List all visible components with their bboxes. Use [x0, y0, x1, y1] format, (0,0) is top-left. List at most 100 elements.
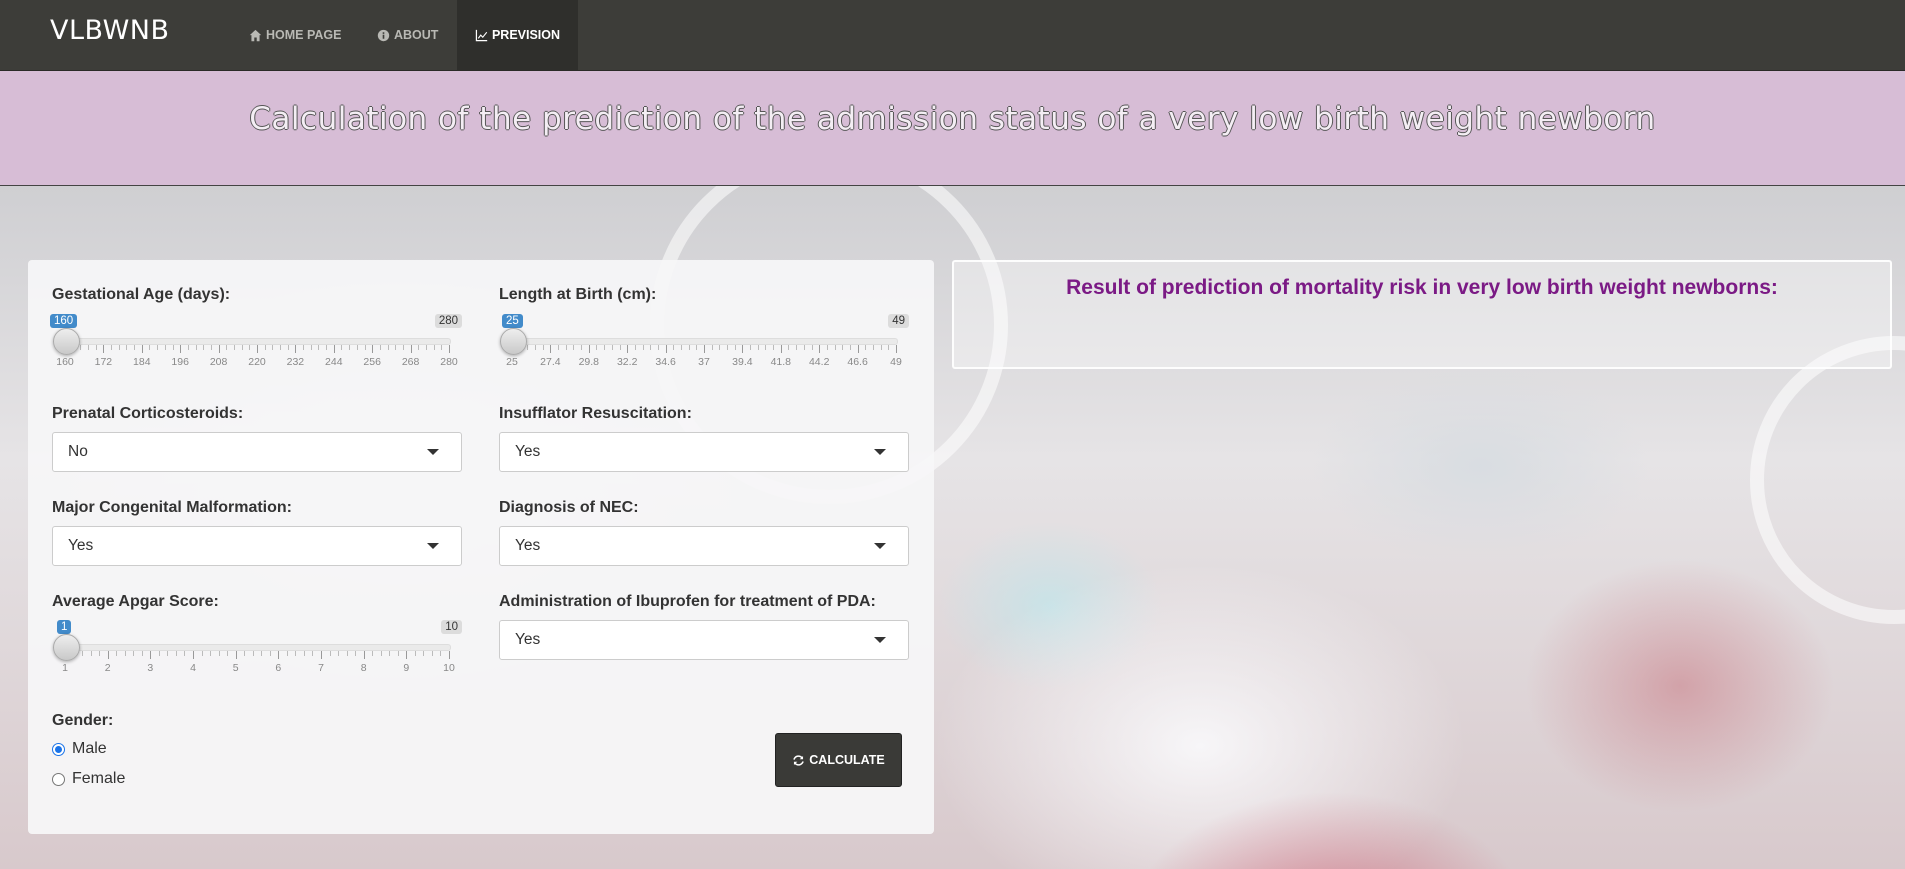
- slider-tick: [329, 651, 331, 656]
- slider-tick: [773, 345, 775, 350]
- slider-tick: [286, 651, 288, 656]
- slider-tick: [116, 651, 118, 656]
- slider-ticks: [65, 651, 450, 661]
- slider-tick: [312, 651, 314, 656]
- slider-tick: [433, 345, 435, 350]
- slider-tick: [333, 345, 335, 353]
- slider-tick: [355, 651, 357, 656]
- gender-option-male[interactable]: Male: [52, 740, 107, 758]
- slider-tick: [657, 345, 659, 350]
- slider-tick: [356, 345, 358, 350]
- slider-tick: [395, 345, 397, 350]
- slider-tick-label: 6: [275, 662, 282, 674]
- slider-tick: [410, 345, 412, 353]
- length-at-birth-slider[interactable]: 25 49 25 27.4 29.8 32.2 34.6 37 39.4 41.8 44.2 46…: [499, 314, 909, 374]
- slider-tick: [888, 345, 890, 350]
- slider-tick: [406, 651, 408, 659]
- slider-tick-label: 46.6: [847, 356, 868, 368]
- radio-button[interactable]: [52, 772, 65, 786]
- slider-tick: [88, 345, 90, 350]
- apgar-score-label: Average Apgar Score:: [52, 593, 219, 610]
- slider-tick: [387, 345, 389, 350]
- slider-tick: [849, 345, 851, 350]
- slider-tick-label: 220: [248, 356, 266, 368]
- slider-tick: [310, 345, 312, 350]
- prenatal-corticosteroids-label: Prenatal Corticosteroids:: [52, 405, 244, 422]
- slider-tick: [673, 345, 675, 350]
- slider-tick: [842, 345, 844, 350]
- slider-handle[interactable]: [500, 328, 527, 355]
- result-heading: Result of prediction of mortality risk i…: [1066, 276, 1778, 299]
- slider-track[interactable]: [65, 644, 451, 651]
- slider-value-badge: 1: [57, 620, 72, 634]
- slider-tick: [218, 651, 220, 656]
- result-panel: Result of prediction of mortality risk i…: [952, 260, 1892, 369]
- slider-tick: [750, 345, 752, 350]
- slider-tick-label: 9: [403, 662, 410, 674]
- slider-tick: [788, 345, 790, 350]
- gender-label: Gender:: [52, 712, 114, 729]
- slider-tick-label: 2: [104, 662, 111, 674]
- slider-tick: [141, 345, 143, 353]
- slider-tick: [226, 345, 228, 350]
- slider-tick: [865, 345, 867, 350]
- slider-tick: [379, 345, 381, 350]
- caret-down-icon: [874, 637, 886, 643]
- calculate-button[interactable]: CALCULATE: [775, 733, 902, 787]
- slider-tick: [193, 651, 194, 659]
- slider-handle[interactable]: [53, 634, 80, 661]
- nav-about[interactable]: ABOUT: [359, 0, 456, 70]
- slider-track[interactable]: [65, 338, 451, 345]
- slider-tick: [380, 651, 382, 656]
- slider-tick: [341, 345, 343, 350]
- slider-tick: [257, 345, 258, 353]
- brand-logo[interactable]: VLBWNB: [50, 15, 170, 46]
- slider-tick: [588, 345, 590, 353]
- calculate-label: CALCULATE: [809, 753, 885, 767]
- gestational-age-slider[interactable]: 160 280 160 172 184 196 208 220 232 244 256 268 28…: [50, 314, 462, 374]
- radio-button-checked[interactable]: [52, 742, 65, 756]
- insufflator-resuscitation-select[interactable]: Yes: [499, 432, 909, 472]
- slider-tick: [372, 345, 374, 353]
- slider-tick: [423, 651, 425, 656]
- slider-tick: [210, 651, 212, 656]
- slider-tick: [819, 345, 821, 353]
- slider-tick: [82, 651, 84, 656]
- slider-tick: [150, 651, 152, 659]
- slider-tick: [241, 345, 243, 350]
- slider-tick: [665, 345, 667, 353]
- select-value: Yes: [515, 443, 541, 460]
- slider-tick: [535, 345, 537, 350]
- slider-tick: [303, 651, 305, 656]
- line-chart-icon: [475, 29, 488, 41]
- nav-prevision[interactable]: PREVISION: [457, 0, 578, 70]
- slider-handle[interactable]: [53, 328, 80, 355]
- slider-tick: [80, 345, 82, 350]
- slider-tick: [565, 345, 567, 350]
- slider-tick: [346, 651, 348, 656]
- slider-track[interactable]: [512, 338, 898, 345]
- nav-home-page[interactable]: HOME PAGE: [231, 0, 359, 70]
- slider-tick: [425, 345, 427, 350]
- slider-tick-label: 208: [209, 356, 228, 368]
- slider-tick-label: 4: [190, 662, 196, 674]
- diagnosis-nec-select[interactable]: Yes: [499, 526, 909, 566]
- major-congenital-malformation-select[interactable]: Yes: [52, 526, 462, 566]
- slider-tick: [321, 651, 322, 659]
- apgar-score-slider[interactable]: 1 10 1 2 3 4 5 6 7 8 9 10: [52, 620, 462, 680]
- slider-tick: [727, 345, 729, 350]
- ibuprofen-pda-select[interactable]: Yes: [499, 620, 909, 660]
- caret-down-icon: [427, 543, 439, 549]
- slider-tick: [558, 345, 560, 350]
- slider-tick: [711, 345, 713, 350]
- slider-tick-label: 196: [171, 356, 189, 368]
- slider-tick-label: 8: [360, 662, 367, 674]
- prenatal-corticosteroids-select[interactable]: No: [52, 432, 462, 472]
- navbar: VLBWNB HOME PAGE ABOUT PREVISION: [0, 0, 1905, 71]
- slider-tick: [107, 651, 109, 659]
- slider-tick: [389, 651, 391, 656]
- slider-tick: [826, 345, 828, 350]
- length-at-birth-label: Length at Birth (cm):: [499, 286, 657, 303]
- slider-tick: [111, 345, 113, 350]
- gender-option-female[interactable]: Female: [52, 770, 125, 788]
